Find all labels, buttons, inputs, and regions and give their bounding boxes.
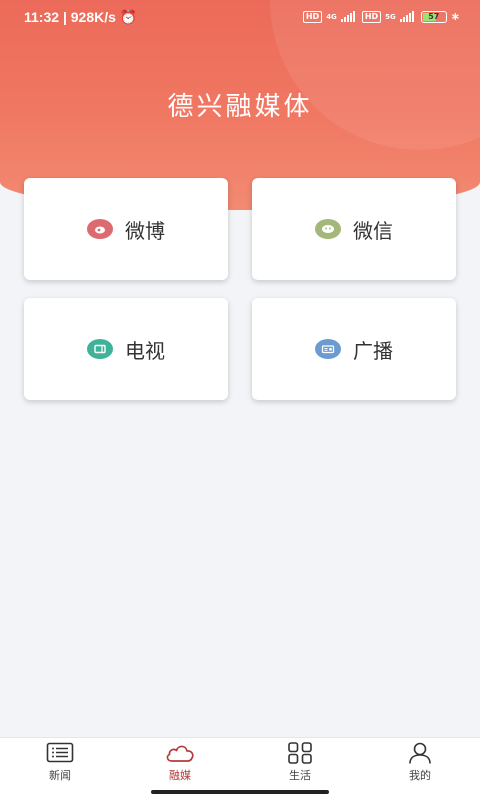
tab-profile[interactable]: 我的 (360, 742, 480, 790)
tab-profile-label: 我的 (409, 769, 431, 782)
weibo-card[interactable]: 微博 (24, 178, 228, 280)
network-type: 5G (385, 12, 396, 21)
hd-badge: HD (302, 10, 323, 23)
battery-icon: 57 (420, 10, 447, 23)
cloud-icon (166, 745, 194, 762)
radio-label: 广播 (353, 338, 393, 363)
tab-news[interactable]: 新闻 (0, 742, 120, 790)
status-right: HD 4G HD 5G 57 ∗ (302, 10, 460, 23)
tab-media-label: 融媒 (169, 769, 191, 782)
network-speed: 928K/s (70, 9, 116, 25)
tv-card[interactable]: 电视 (24, 298, 228, 400)
wechat-label: 微信 (353, 218, 393, 243)
tv-icon (87, 339, 113, 359)
status-time: 11:32 | 928K/s ⏰ (24, 9, 137, 26)
tab-media[interactable]: 融媒 (120, 742, 240, 790)
bluetooth-icon: ∗ (450, 10, 460, 23)
weibo-icon (87, 219, 113, 239)
user-icon (409, 742, 431, 764)
home-indicator[interactable] (151, 790, 329, 794)
signal-icon (399, 11, 414, 22)
wechat-icon (315, 219, 341, 239)
battery-level: 57 (428, 11, 440, 21)
signal-icon (340, 11, 355, 22)
tab-news-label: 新闻 (49, 769, 71, 782)
separator: | (62, 9, 71, 25)
news-list-icon (46, 742, 74, 763)
network-type: 4G (326, 12, 337, 21)
tab-life[interactable]: 生活 (240, 742, 360, 790)
grid-icon (288, 742, 312, 764)
tv-label: 电视 (125, 338, 165, 363)
hd-badge: HD (361, 10, 382, 23)
clock-text: 11:32 (24, 9, 60, 25)
status-bar: 11:32 | 928K/s ⏰ HD 4G HD 5G 57 ∗ (0, 0, 480, 34)
tab-life-label: 生活 (289, 769, 311, 782)
alarm-icon: ⏰ (119, 9, 138, 25)
radio-card[interactable]: 广播 (252, 298, 456, 400)
weibo-label: 微博 (125, 218, 165, 243)
wechat-card[interactable]: 微信 (252, 178, 456, 280)
radio-icon (315, 339, 341, 359)
page-title: 德兴融媒体 (167, 92, 313, 122)
